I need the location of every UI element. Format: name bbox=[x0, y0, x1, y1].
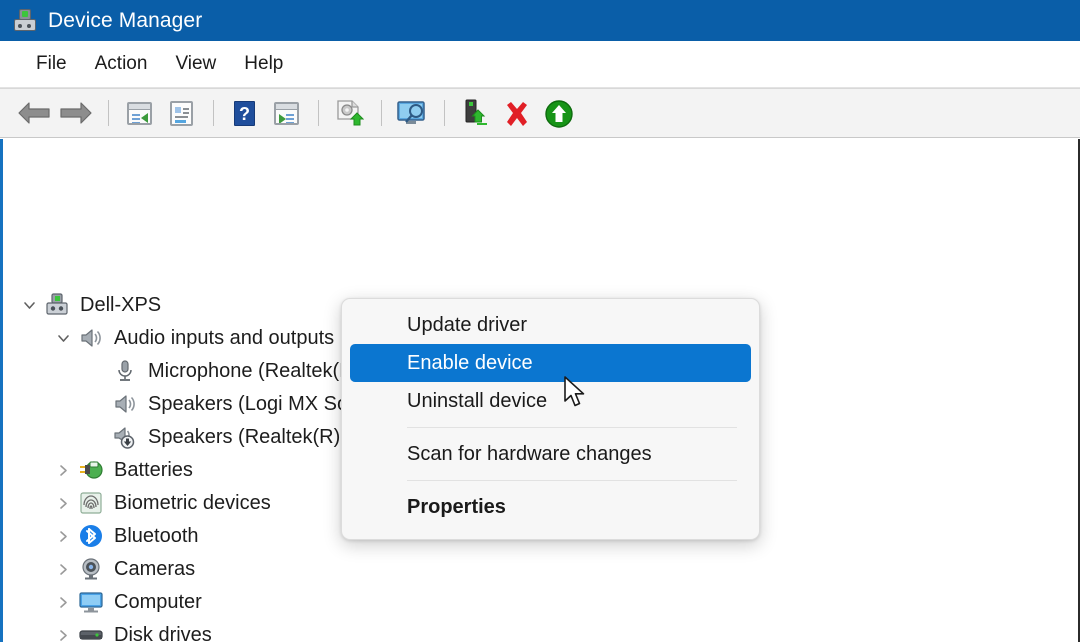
disk-drive-icon bbox=[77, 618, 107, 642]
properties-icon[interactable] bbox=[161, 93, 201, 133]
chevron-placeholder bbox=[87, 387, 111, 420]
enable-device-icon[interactable] bbox=[455, 93, 495, 133]
context-menu-separator bbox=[407, 427, 737, 428]
chevron-right-icon[interactable] bbox=[53, 453, 77, 486]
chevron-placeholder bbox=[87, 420, 111, 453]
menu-item-file[interactable]: File bbox=[22, 50, 81, 78]
tree-row-dell-xps[interactable]: Dell-XPS bbox=[11, 288, 161, 321]
tree-row-label: Cameras bbox=[114, 557, 196, 580]
chevron-right-icon[interactable] bbox=[53, 585, 77, 618]
title-bar: Device Manager bbox=[0, 0, 1080, 41]
camera-icon bbox=[77, 552, 107, 585]
tree-row-label: Batteries bbox=[114, 458, 193, 481]
chevron-right-icon[interactable] bbox=[53, 552, 77, 585]
tree-row-label: Disk drives bbox=[114, 623, 212, 642]
computer-device-icon bbox=[43, 288, 73, 321]
tree-row-label: Audio inputs and outputs bbox=[114, 326, 335, 349]
speaker-icon bbox=[111, 387, 141, 420]
update-driver-icon[interactable] bbox=[329, 93, 369, 133]
chevron-right-icon[interactable] bbox=[53, 618, 77, 642]
back-arrow-icon[interactable] bbox=[14, 93, 54, 133]
tree-row-cameras[interactable]: Cameras bbox=[11, 552, 195, 585]
tree-row-biometric-devices[interactable]: Biometric devices bbox=[11, 486, 271, 519]
tree-row-label: Bluetooth bbox=[114, 524, 199, 547]
context-menu-item-properties[interactable]: Properties bbox=[350, 488, 751, 526]
menu-item-action[interactable]: Action bbox=[81, 50, 162, 78]
speaker-icon bbox=[77, 321, 107, 354]
context-menu[interactable]: Update driver Enable device Uninstall de… bbox=[341, 298, 760, 540]
toolbar-separator bbox=[108, 100, 109, 126]
menu-item-view[interactable]: View bbox=[161, 50, 230, 78]
chevron-down-icon[interactable] bbox=[53, 321, 77, 354]
chevron-placeholder bbox=[87, 354, 111, 387]
forward-arrow-icon[interactable] bbox=[56, 93, 96, 133]
context-menu-item-scan-for-hardware-changes[interactable]: Scan for hardware changes bbox=[350, 435, 751, 473]
tree-row-computer[interactable]: Computer bbox=[11, 585, 202, 618]
chevron-right-icon[interactable] bbox=[53, 486, 77, 519]
context-menu-item-update-driver[interactable]: Update driver bbox=[350, 306, 751, 344]
tree-row-bluetooth[interactable]: Bluetooth bbox=[11, 519, 199, 552]
scan-for-hardware-changes-icon[interactable] bbox=[392, 93, 432, 133]
toolbar-separator bbox=[381, 100, 382, 126]
context-menu-item-uninstall-device[interactable]: Uninstall device bbox=[350, 382, 751, 420]
speaker-disabled-icon bbox=[111, 420, 141, 453]
device-manager-window: Device Manager File Action View Help ? D… bbox=[0, 0, 1080, 642]
toolbar-separator bbox=[444, 100, 445, 126]
menu-item-help[interactable]: Help bbox=[230, 50, 297, 78]
context-menu-separator bbox=[407, 480, 737, 481]
microphone-icon bbox=[111, 354, 141, 387]
tree-row-label: Biometric devices bbox=[114, 491, 271, 514]
monitor-icon bbox=[77, 585, 107, 618]
toolbar-separator bbox=[213, 100, 214, 126]
tree-row-label: Dell-XPS bbox=[80, 293, 162, 316]
uninstall-device-icon[interactable] bbox=[497, 93, 537, 133]
fingerprint-icon bbox=[77, 486, 107, 519]
show-hide-action-pane-icon[interactable] bbox=[266, 93, 306, 133]
window-title: Device Manager bbox=[48, 9, 203, 32]
context-menu-item-enable-device[interactable]: Enable device bbox=[350, 344, 751, 382]
battery-icon bbox=[77, 453, 107, 486]
device-manager-icon bbox=[12, 8, 38, 34]
toolbar: ? bbox=[0, 88, 1080, 138]
chevron-right-icon[interactable] bbox=[53, 519, 77, 552]
tree-row-batteries[interactable]: Batteries bbox=[11, 453, 193, 486]
tree-row-label: Computer bbox=[114, 590, 202, 613]
toolbar-separator bbox=[318, 100, 319, 126]
chevron-down-icon[interactable] bbox=[19, 288, 43, 321]
bluetooth-icon bbox=[77, 519, 107, 552]
menu-bar: File Action View Help bbox=[0, 41, 1080, 88]
tree-row-speakers-logi-mx-sound[interactable]: Speakers (Logi MX Sound) bbox=[11, 387, 388, 420]
tree-row-disk-drives[interactable]: Disk drives bbox=[11, 618, 212, 642]
tree-row-audio-inputs-and-outputs[interactable]: Audio inputs and outputs bbox=[11, 321, 334, 354]
show-hide-console-tree-icon[interactable] bbox=[119, 93, 159, 133]
help-icon[interactable]: ? bbox=[224, 93, 264, 133]
disable-device-icon[interactable] bbox=[539, 93, 579, 133]
